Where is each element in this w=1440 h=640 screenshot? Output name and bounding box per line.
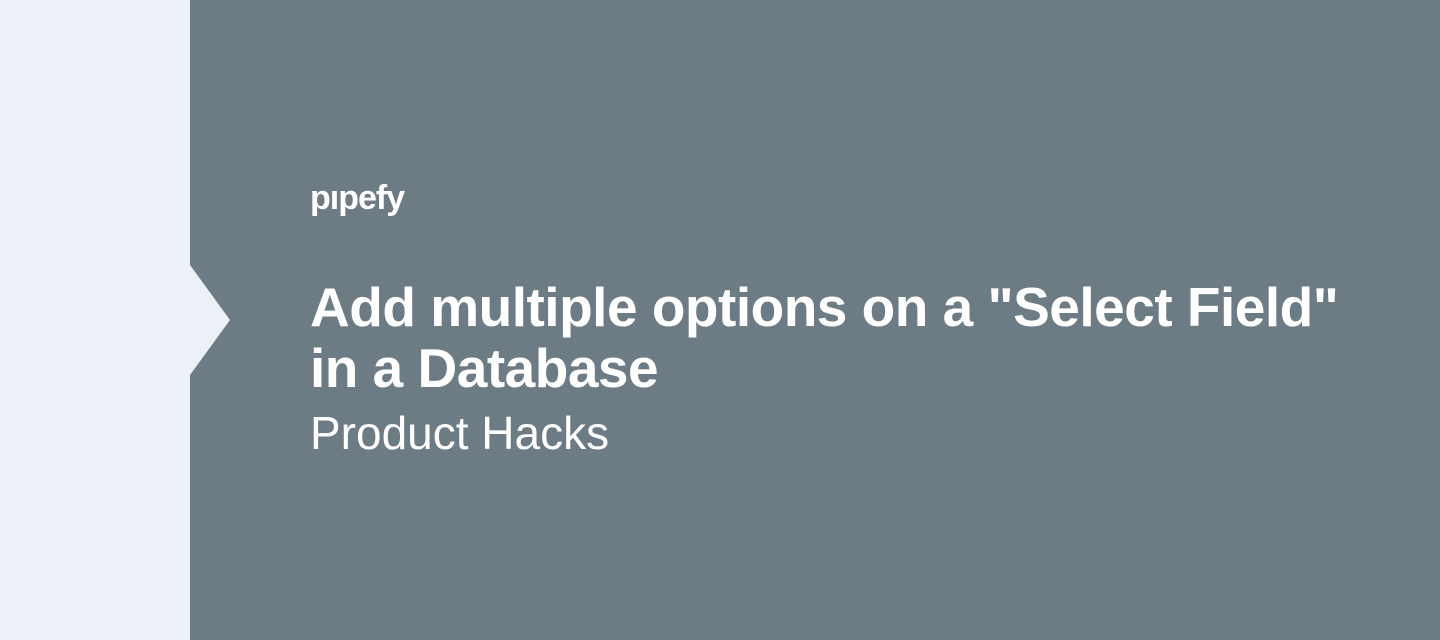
pipefy-logo-icon: pıpefy [310,179,448,219]
arrow-notch-icon [190,265,230,375]
svg-text:pıpefy: pıpefy [310,179,405,217]
card-subtitle: Product Hacks [310,406,1380,461]
sidebar-accent [0,0,190,640]
pipefy-logo: pıpefy [310,179,1380,219]
card-title: Add multiple options on a "Select Field"… [310,277,1380,400]
main-panel: pıpefy Add multiple options on a "Select… [190,0,1440,640]
card-container: pıpefy Add multiple options on a "Select… [0,0,1440,640]
